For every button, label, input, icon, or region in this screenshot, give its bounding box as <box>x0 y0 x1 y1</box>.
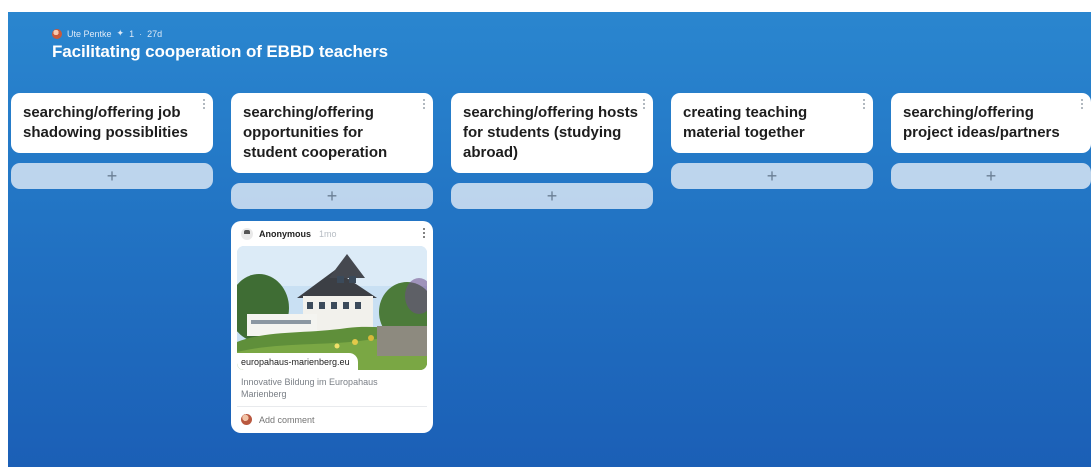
column-header[interactable]: searching/offering opportunities for stu… <box>231 93 433 173</box>
board-title: Facilitating cooperation of EBBD teacher… <box>52 42 388 61</box>
link-description: Innovative Bildung im Europahaus Marienb… <box>237 370 427 407</box>
column-project-ideas: searching/offering project ideas/partner… <box>891 93 1091 189</box>
post-author: Anonymous <box>259 229 312 239</box>
plus-icon: + <box>766 165 778 186</box>
column-header[interactable]: searching/offering job shadowing possibl… <box>11 93 213 153</box>
column-title: searching/offering job shadowing possibl… <box>23 104 189 141</box>
column-header[interactable]: searching/offering hosts for students (s… <box>451 93 653 173</box>
kebab-menu-icon[interactable] <box>643 99 647 109</box>
plus-icon: + <box>326 185 338 206</box>
kebab-menu-icon[interactable] <box>423 228 426 238</box>
add-post-button[interactable]: + <box>451 183 653 209</box>
post-time: 1mo <box>319 229 337 239</box>
board-author[interactable]: Ute Pentke <box>67 29 112 39</box>
add-post-button[interactable]: + <box>891 163 1091 189</box>
column-title: searching/offering project ideas/partner… <box>903 104 1060 141</box>
comment-input[interactable] <box>259 414 409 425</box>
add-post-button[interactable]: + <box>671 163 873 189</box>
plus-icon: + <box>106 165 118 186</box>
column-job-shadowing: searching/offering job shadowing possibl… <box>11 93 213 189</box>
column-title: creating teaching material together <box>683 104 808 141</box>
plus-icon: + <box>985 165 997 186</box>
column-teaching-material: creating teaching material together + <box>671 93 873 189</box>
post-card[interactable]: Anonymous 1mo europahaus-marienberg.eu I… <box>231 221 433 433</box>
board-age: 27d <box>147 28 163 39</box>
column-student-cooperation: searching/offering opportunities for stu… <box>231 93 433 433</box>
kebab-menu-icon[interactable] <box>203 99 207 109</box>
board-canvas: Ute Pentke ✦ 1 · 27d Facilitating cooper… <box>8 12 1091 467</box>
add-post-button[interactable]: + <box>231 183 433 209</box>
separator-dot: · <box>139 28 143 39</box>
user-avatar-icon <box>241 414 252 425</box>
star-icon[interactable]: ✦ <box>117 28 125 39</box>
kebab-menu-icon[interactable] <box>423 99 427 109</box>
kebab-menu-icon[interactable] <box>863 99 867 109</box>
link-domain[interactable]: europahaus-marienberg.eu <box>237 353 358 370</box>
reaction-count: 1 <box>129 28 135 39</box>
board-meta: Ute Pentke ✦ 1 · 27d <box>52 28 162 39</box>
comment-row <box>237 407 427 427</box>
plus-icon: + <box>546 185 558 206</box>
column-title: searching/offering hosts for students (s… <box>463 104 639 161</box>
column-hosts-for-students: searching/offering hosts for students (s… <box>451 93 653 209</box>
post-header: Anonymous 1mo <box>237 227 427 246</box>
kebab-menu-icon[interactable] <box>1081 99 1085 109</box>
user-avatar-icon[interactable] <box>52 28 62 39</box>
link-preview[interactable]: europahaus-marienberg.eu <box>237 246 427 370</box>
column-title: searching/offering opportunities for stu… <box>243 104 388 161</box>
add-post-button[interactable]: + <box>11 163 213 189</box>
column-header[interactable]: searching/offering project ideas/partner… <box>891 93 1091 153</box>
column-header[interactable]: creating teaching material together <box>671 93 873 153</box>
building-photo <box>237 246 427 370</box>
anonymous-avatar-icon <box>241 228 253 240</box>
